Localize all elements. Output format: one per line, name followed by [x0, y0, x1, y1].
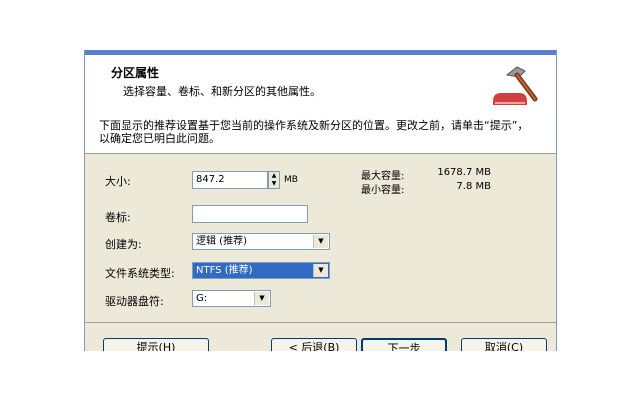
chevron-down-icon[interactable]: ▼	[313, 264, 328, 277]
max-capacity-value: 1678.7 MB	[437, 167, 491, 178]
create-as-value: 逻辑 (推荐)	[196, 236, 247, 247]
info-text: 下面显示的推荐设置基于您当前的操作系统及新分区的位置。更改之前，请单击“提示”，…	[99, 119, 529, 145]
size-input[interactable]: 847.2	[192, 171, 268, 189]
hammer-icon	[493, 66, 538, 105]
size-spinner[interactable]: ▲ ▼	[268, 171, 280, 189]
drive-letter-label: 驱动器盘符:	[105, 295, 164, 308]
volume-label: 卷标:	[105, 211, 131, 224]
partition-properties-dialog: 分区属性 选择容量、卷标、和新分区的其他属性。 下面显示的推荐设置基于您当前的操…	[84, 50, 557, 351]
back-button[interactable]: < 后退(B)	[271, 338, 357, 351]
volume-label-input[interactable]	[192, 205, 308, 223]
size-unit: MB	[284, 175, 298, 185]
min-capacity-label: 最小容量:	[361, 185, 405, 196]
fs-type-select[interactable]: NTFS (推荐) ▼	[192, 262, 330, 279]
max-capacity-label: 最大容量:	[361, 171, 405, 182]
fs-type-value: NTFS (推荐)	[196, 265, 253, 276]
next-button[interactable]: 下一步	[361, 338, 447, 351]
drive-letter-value: G:	[196, 293, 208, 304]
header-title: 分区属性	[111, 66, 160, 80]
fs-type-label: 文件系统类型:	[105, 267, 175, 280]
min-capacity-value: 7.8 MB	[456, 181, 491, 192]
size-label: 大小:	[105, 175, 131, 188]
cancel-button[interactable]: 取消(C)	[461, 338, 547, 351]
spin-up-icon[interactable]: ▲	[269, 172, 279, 180]
create-as-label: 创建为:	[105, 238, 142, 251]
button-divider	[85, 322, 556, 323]
chevron-down-icon[interactable]: ▼	[254, 292, 269, 305]
hint-button[interactable]: 提示(H)	[103, 338, 209, 351]
chevron-down-icon[interactable]: ▼	[313, 235, 328, 248]
drive-letter-select[interactable]: G: ▼	[192, 290, 271, 307]
header-subtitle: 选择容量、卷标、和新分区的其他属性。	[123, 85, 321, 98]
create-as-select[interactable]: 逻辑 (推荐) ▼	[192, 233, 330, 250]
spin-down-icon[interactable]: ▼	[269, 180, 279, 188]
